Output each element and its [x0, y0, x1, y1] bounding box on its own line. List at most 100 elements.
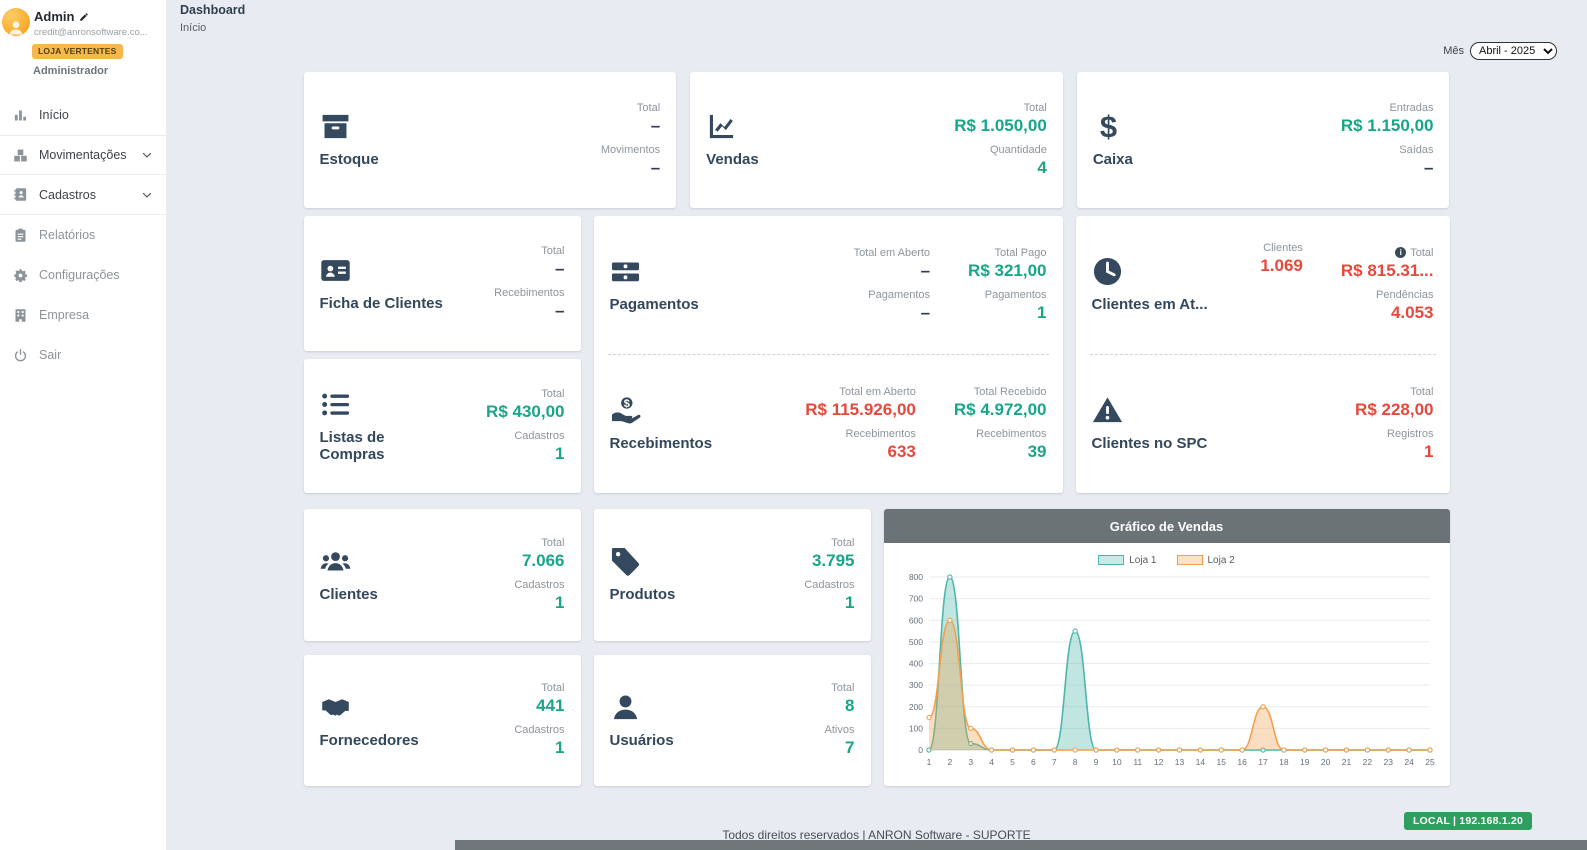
svg-text:18: 18: [1279, 757, 1289, 767]
page-head: Dashboard Início: [180, 3, 245, 34]
stat-value: –: [651, 157, 660, 178]
stat: Pendências 4.053: [1376, 289, 1434, 323]
sidebar-item-relatorios[interactable]: Relatórios: [0, 215, 166, 255]
stat: Total Recebido R$ 4.972,00: [954, 386, 1047, 420]
card-clientes: Clientes Total 7.066 Cadastros 1: [304, 509, 581, 641]
users-icon: [320, 546, 378, 577]
svg-text:13: 13: [1174, 757, 1184, 767]
stat: Total –: [637, 102, 660, 136]
sidebar: Admin credit@anronsoftware.co... LOJA VE…: [0, 0, 166, 850]
section-clientes-atraso: Clientes em At... Clientes 1.069 i Total: [1076, 216, 1450, 354]
clipboard-icon: [13, 228, 28, 243]
svg-text:11: 11: [1133, 757, 1142, 767]
svg-text:7: 7: [1051, 757, 1056, 767]
stat-label: Cadastros: [514, 579, 564, 591]
stat: Total R$ 430,00: [486, 388, 564, 422]
sidebar-item-empresa[interactable]: Empresa: [0, 295, 166, 335]
card-estoque: Estoque Total – Movimentos –: [304, 72, 677, 208]
sidebar-item-sair[interactable]: Sair: [0, 335, 166, 375]
hand-dollar-icon: $: [610, 395, 713, 426]
sidebar-nav: Início Movimentações Cadastros Relatório…: [0, 95, 166, 375]
svg-text:21: 21: [1341, 757, 1351, 767]
card-ficha-clientes: Ficha de Clientes Total – Recebimentos –: [304, 216, 581, 351]
money-bills-icon: [610, 256, 699, 287]
list-icon: [320, 389, 445, 420]
bar-chart-icon: [13, 108, 28, 123]
section-clientes-spc: Clientes no SPC Total R$ 228,00 Registro…: [1076, 355, 1450, 493]
svg-text:9: 9: [1093, 757, 1098, 767]
stat-label: Total: [831, 537, 854, 549]
stat: Cadastros 1: [514, 430, 564, 464]
stat-value: 4.053: [1391, 302, 1434, 323]
svg-text:14: 14: [1195, 757, 1205, 767]
stat-value: 7.066: [522, 550, 565, 571]
address-book-icon: [13, 187, 28, 202]
dashboard-content: Estoque Total – Movimentos – Vendas: [166, 72, 1587, 786]
stat-value: R$ 1.050,00: [954, 115, 1047, 136]
stat-label: Total em Aberto: [854, 247, 930, 259]
card-caixa: $ Caixa Entradas R$ 1.150,00 Saídas –: [1077, 72, 1450, 208]
info-icon[interactable]: i: [1395, 247, 1406, 258]
stat: Pagamentos 1: [985, 289, 1047, 323]
sidebar-item-label: Relatórios: [39, 228, 95, 242]
stat: Pagamentos –: [868, 289, 930, 323]
stat: Cadastros 1: [514, 724, 564, 758]
warning-triangle-icon: [1092, 395, 1208, 426]
user-role: Administrador: [2, 65, 158, 77]
stat: Total –: [541, 245, 564, 279]
legend-label: Loja 1: [1129, 555, 1156, 566]
card-title: Ficha de Clientes: [320, 295, 443, 312]
stat-label: Total em Aberto: [839, 386, 915, 398]
avatar[interactable]: [2, 8, 30, 36]
clock-icon: [1092, 256, 1208, 287]
sales-chart-card: Gráfico de Vendas Loja 1 Loja 2 01002003…: [884, 509, 1450, 786]
stat-label: Total: [831, 682, 854, 694]
month-filter: Mês Abril - 2025: [1443, 42, 1557, 60]
stat-value: 3.795: [812, 550, 855, 571]
svg-text:16: 16: [1237, 757, 1247, 767]
sales-chart-title: Gráfico de Vendas: [884, 509, 1450, 543]
stat: Total 8: [831, 682, 854, 716]
chevron-down-icon: [141, 149, 153, 161]
legend-item-loja1[interactable]: Loja 1: [1098, 555, 1156, 566]
stat-label: Ativos: [825, 724, 855, 736]
stat: Saídas –: [1399, 144, 1433, 178]
sidebar-item-movimentacoes[interactable]: Movimentações: [0, 135, 166, 175]
stat-label: Total: [541, 388, 564, 400]
stat-value: R$ 115.926,00: [805, 399, 916, 420]
month-select[interactable]: Abril - 2025: [1470, 42, 1557, 60]
stat-value: 4: [1037, 157, 1046, 178]
sidebar-item-label: Movimentações: [39, 148, 127, 162]
stat-label: Quantidade: [990, 144, 1047, 156]
card-pagamentos-recebimentos: Pagamentos Total em Aberto – Pagamentos …: [594, 216, 1063, 493]
stat-label: Cadastros: [514, 724, 564, 736]
bottom-bar: [455, 840, 1587, 850]
legend-swatch: [1098, 555, 1124, 565]
sidebar-item-configuracoes[interactable]: Configurações: [0, 255, 166, 295]
edit-pencil-icon[interactable]: [79, 12, 89, 22]
stat-label: Total: [1410, 386, 1433, 398]
stat-value: R$ 430,00: [486, 401, 564, 422]
stat-value: 1: [1424, 441, 1433, 462]
stat-value: R$ 815.31...: [1341, 260, 1434, 281]
tag-icon: [610, 546, 676, 577]
svg-text:10: 10: [1112, 757, 1122, 767]
svg-text:$: $: [623, 398, 629, 410]
stat-value: R$ 4.972,00: [954, 399, 1047, 420]
sidebar-item-inicio[interactable]: Início: [0, 95, 166, 135]
svg-text:5: 5: [1010, 757, 1015, 767]
sidebar-item-label: Sair: [39, 348, 61, 362]
stat: Total Pago R$ 321,00: [968, 247, 1046, 281]
svg-text:400: 400: [908, 659, 922, 669]
stat-label: Movimentos: [601, 144, 660, 156]
chevron-down-icon: [141, 189, 153, 201]
legend-item-loja2[interactable]: Loja 2: [1177, 555, 1235, 566]
sidebar-item-label: Configurações: [39, 268, 120, 282]
sidebar-item-cadastros[interactable]: Cadastros: [0, 175, 166, 215]
svg-text:0: 0: [918, 745, 923, 755]
legend-swatch: [1177, 555, 1203, 565]
stat-value: 441: [536, 695, 564, 716]
month-label: Mês: [1443, 45, 1464, 57]
stat-value: 1: [555, 737, 564, 758]
card-usuarios: Usuários Total 8 Ativos 7: [594, 655, 871, 787]
